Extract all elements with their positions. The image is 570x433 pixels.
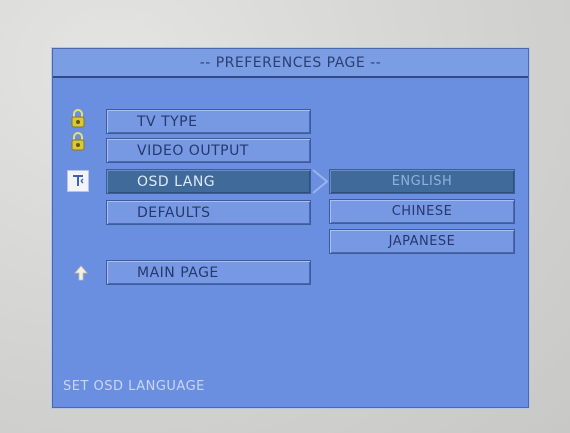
option-english[interactable]: ENGLISH (329, 169, 515, 194)
tv-screen: -- PREFERENCES PAGE -- TV TYPE VIDEO OUT… (0, 0, 570, 433)
menu-item-label: DEFAULTS (137, 204, 211, 221)
menu-item-defaults[interactable]: DEFAULTS (106, 200, 311, 225)
main-page-button[interactable]: MAIN PAGE (106, 260, 311, 285)
page-title: -- PREFERENCES PAGE -- (53, 49, 528, 78)
option-label: ENGLISH (391, 174, 453, 189)
osd-panel: -- PREFERENCES PAGE -- TV TYPE VIDEO OUT… (52, 48, 529, 408)
option-japanese[interactable]: JAPANESE (329, 229, 515, 254)
up-arrow-icon (71, 262, 91, 284)
menu-item-osd-lang[interactable]: OSD LANG (106, 169, 311, 194)
submenu-connector-icon (311, 169, 331, 194)
menu-item-label: OSD LANG (137, 173, 216, 190)
option-label: CHINESE (391, 204, 453, 219)
main-page-label: MAIN PAGE (137, 264, 219, 281)
osd-text-icon (67, 170, 89, 192)
menu-item-video-output[interactable]: VIDEO OUTPUT (106, 138, 311, 163)
lock-icon (68, 130, 88, 152)
menu-item-tv-type[interactable]: TV TYPE (106, 109, 311, 134)
status-text: SET OSD LANGUAGE (63, 379, 205, 394)
option-chinese[interactable]: CHINESE (329, 199, 515, 224)
menu-item-label: VIDEO OUTPUT (137, 142, 249, 159)
option-label: JAPANESE (388, 234, 456, 249)
menu-item-label: TV TYPE (137, 113, 198, 130)
lock-icon (68, 107, 88, 129)
